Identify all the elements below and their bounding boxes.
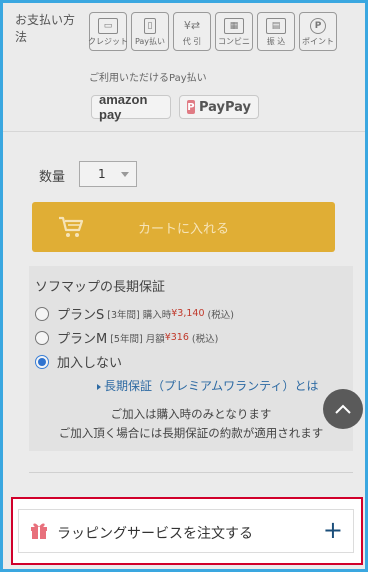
pay-brands: amazon pay P PayPay — [91, 92, 259, 122]
add-to-cart-button[interactable]: カートに入れる — [32, 202, 335, 252]
radio-button[interactable] — [35, 330, 49, 345]
gift-icon — [31, 523, 47, 539]
warranty-note-2: ご加入頂く場合には長期保証の約款が適用されます — [58, 426, 324, 440]
divider — [29, 472, 353, 473]
payment-method-label: コンビニ — [218, 36, 250, 46]
radio-button[interactable] — [35, 306, 49, 321]
credit-card-icon: ▭ クレジット — [88, 12, 128, 51]
warranty-option-plan-m[interactable]: プランM [5年間] 月額 ¥316 (税込) — [35, 328, 218, 347]
cash-on-delivery-icon: ¥⇄ 代 引 — [173, 12, 211, 51]
quantity-select[interactable]: 1 — [79, 161, 137, 187]
page: お支払い方法 ▭ クレジット ▯ Pay払い ¥⇄ 代 引 ▦ コンビニ ▤ 振… — [3, 3, 365, 569]
wrapping-service-toggle[interactable]: ラッピングサービスを注文する + — [18, 509, 354, 553]
warranty-info-link[interactable]: 長期保証（プレミアムワランティ）とは — [97, 377, 318, 394]
radio-button-selected[interactable] — [35, 354, 49, 369]
payment-methods-label: お支払い方法 — [15, 13, 76, 44]
payment-method-label: 代 引 — [182, 36, 202, 46]
paypay-logo: P PayPay — [179, 95, 259, 119]
payment-method-label: ポイント — [302, 36, 334, 46]
paypay-icon: P — [187, 100, 195, 114]
points-icon: P ポイント — [299, 12, 337, 51]
payment-method-label: クレジット — [88, 36, 128, 46]
warranty-title: ソフマップの長期保証 — [35, 280, 166, 295]
convenience-store-icon: ▦ コンビニ — [215, 12, 253, 51]
plus-icon[interactable]: + — [323, 516, 343, 544]
payment-method-icons: ▭ クレジット ▯ Pay払い ¥⇄ 代 引 ▦ コンビニ ▤ 振 込 P ポイ… — [88, 12, 337, 51]
mobile-pay-icon: ▯ Pay払い — [131, 12, 169, 51]
divider — [3, 131, 365, 132]
warranty-note-1: ご加入は購入時のみとなります — [110, 407, 272, 421]
warranty-option-plan-s[interactable]: プランS [3年間] 購入時 ¥3,140 (税込) — [35, 304, 234, 323]
available-pay-label: ご利用いただけるPay払い — [89, 73, 207, 84]
quantity-label: 数量 — [39, 170, 66, 185]
chevron-up-icon — [335, 404, 351, 414]
wrapping-service-label: ラッピングサービスを注文する — [57, 526, 253, 542]
warranty-option-none[interactable]: 加入しない — [35, 352, 125, 371]
scroll-to-top-button[interactable] — [323, 389, 363, 429]
chevron-down-icon — [121, 172, 129, 177]
wrapping-highlight-frame: ラッピングサービスを注文する + — [11, 497, 363, 565]
warranty-panel: ソフマップの長期保証 プランS [3年間] 購入時 ¥3,140 (税込) プラ… — [29, 266, 353, 451]
cart-icon — [59, 216, 84, 237]
quantity-value: 1 — [98, 167, 106, 181]
triangle-right-icon — [97, 383, 101, 390]
amazon-pay-logo: amazon pay — [91, 92, 171, 122]
payment-method-label: 振 込 — [266, 36, 286, 46]
payment-method-label: Pay払い — [134, 36, 166, 46]
bank-transfer-icon: ▤ 振 込 — [257, 12, 295, 51]
